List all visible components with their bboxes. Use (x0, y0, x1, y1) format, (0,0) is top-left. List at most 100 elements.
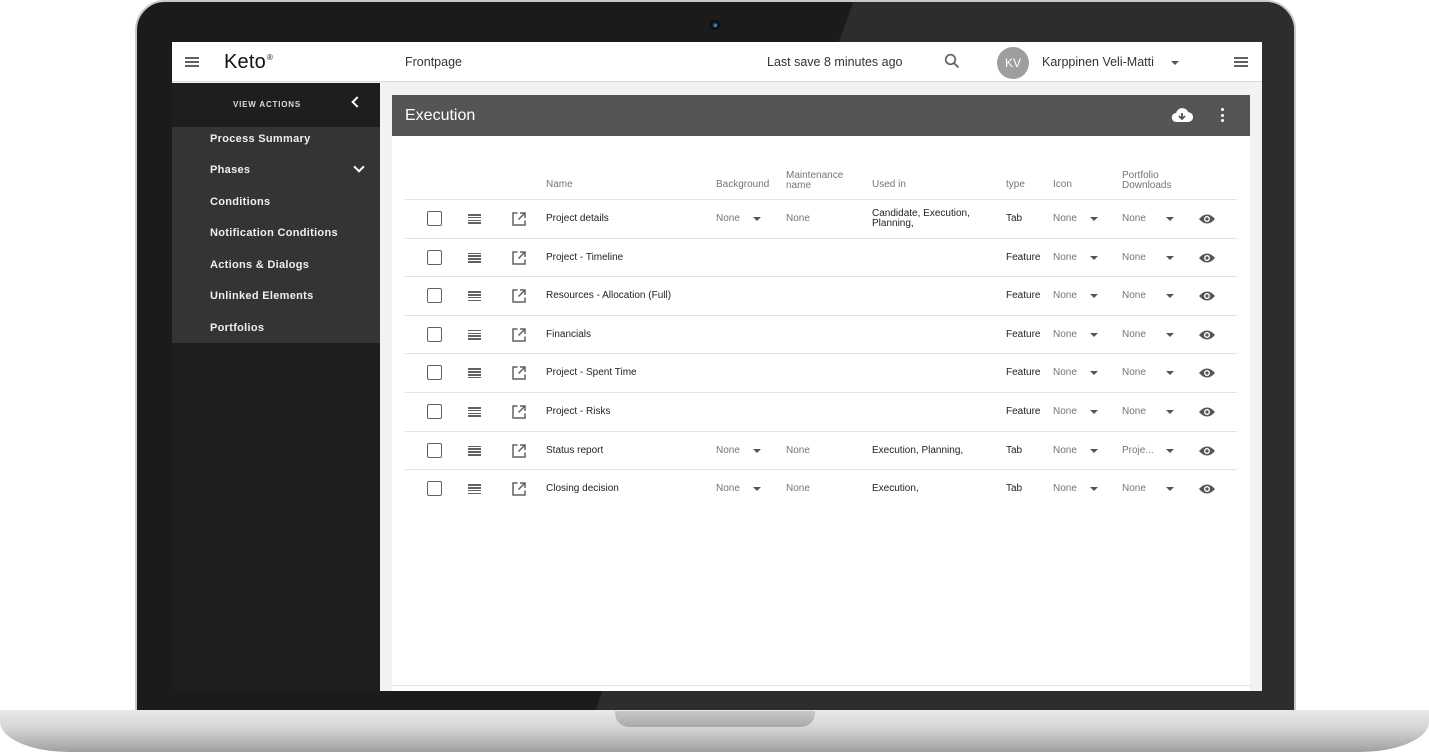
chevron-down-icon[interactable] (1090, 371, 1098, 376)
open-external-icon[interactable] (511, 365, 527, 381)
table-row[interactable]: Project details None None Candidate, Execut… (405, 199, 1237, 238)
chevron-down-icon[interactable] (1166, 332, 1174, 337)
eye-icon[interactable] (1198, 406, 1216, 418)
table-row[interactable]: Resources - Allocation (Full) Feature None… (405, 276, 1237, 315)
chevron-down-icon[interactable] (1166, 294, 1174, 299)
row-checkbox[interactable] (427, 365, 442, 381)
row-name[interactable]: Resources - Allocation (Full) (546, 291, 671, 301)
chevron-down-icon[interactable] (1090, 448, 1098, 453)
chevron-down-icon[interactable] (353, 161, 365, 173)
column-header-icon[interactable]: Icon (1053, 180, 1072, 190)
table-row[interactable]: Financials Feature None None (405, 314, 1237, 354)
portfolio-select[interactable]: None (1122, 368, 1146, 378)
chevron-down-icon[interactable] (1090, 332, 1098, 337)
row-name[interactable]: Project - Spent Time (546, 368, 637, 378)
eye-icon[interactable] (1198, 329, 1216, 341)
hamburger-menu-icon[interactable] (185, 57, 199, 67)
portfolio-select[interactable]: None (1122, 329, 1146, 340)
drag-handle-icon[interactable] (468, 484, 481, 495)
row-checkbox[interactable] (427, 404, 442, 419)
row-checkbox[interactable] (427, 326, 442, 342)
eye-icon[interactable] (1198, 445, 1216, 457)
chevron-down-icon[interactable] (1171, 61, 1179, 65)
chevron-down-icon[interactable] (1166, 371, 1174, 376)
chevron-down-icon[interactable] (753, 448, 761, 453)
portfolio-select[interactable]: None (1122, 291, 1146, 301)
row-name[interactable]: Project details (546, 214, 609, 224)
column-header-maintenance-2[interactable]: name (786, 181, 811, 191)
open-external-icon[interactable] (511, 250, 527, 266)
column-header-portfolio-2[interactable]: Downloads (1122, 181, 1171, 191)
open-external-icon[interactable] (511, 404, 527, 420)
eye-icon[interactable] (1198, 483, 1216, 495)
table-row[interactable]: Project - Timeline Feature None None (405, 237, 1237, 277)
portfolio-select[interactable]: Proje... (1122, 445, 1154, 456)
background-select[interactable]: None (716, 214, 740, 224)
portfolio-select[interactable]: None (1122, 214, 1146, 224)
icon-select[interactable]: None (1053, 329, 1077, 340)
breadcrumb[interactable]: Frontpage (405, 55, 462, 69)
drag-handle-icon[interactable] (468, 407, 481, 417)
chevron-down-icon[interactable] (1166, 410, 1174, 414)
chevron-down-icon[interactable] (1090, 294, 1098, 299)
chevron-down-icon[interactable] (1090, 410, 1098, 414)
chevron-down-icon[interactable] (1166, 487, 1174, 492)
sidebar-item-process-summary[interactable]: Process Summary (210, 133, 311, 145)
drag-handle-icon[interactable] (468, 252, 481, 263)
drag-handle-icon[interactable] (468, 368, 481, 379)
drag-handle-icon[interactable] (468, 214, 481, 224)
column-header-used-in[interactable]: Used in (872, 180, 906, 190)
table-row[interactable]: Project - Spent Time Feature None None (405, 353, 1237, 392)
app-logo[interactable]: Keto® (224, 51, 273, 74)
sidebar-item-actions-dialogs[interactable]: Actions & Dialogs (210, 259, 309, 271)
eye-icon[interactable] (1198, 367, 1216, 379)
eye-icon[interactable] (1198, 213, 1216, 225)
drag-handle-icon[interactable] (468, 445, 481, 456)
chevron-left-icon[interactable] (351, 96, 363, 108)
open-external-icon[interactable] (511, 288, 527, 304)
chevron-down-icon[interactable] (1166, 217, 1174, 221)
sidebar-item-portfolios[interactable]: Portfolios (210, 322, 264, 334)
chevron-down-icon[interactable] (1166, 448, 1174, 453)
row-name[interactable]: Project - Timeline (546, 252, 623, 263)
row-checkbox[interactable] (427, 442, 442, 458)
icon-select[interactable]: None (1053, 407, 1077, 417)
sidebar-item-conditions[interactable]: Conditions (210, 196, 270, 208)
open-external-icon[interactable] (511, 443, 527, 459)
table-row[interactable]: Project - Risks Feature None None (405, 392, 1237, 431)
sidebar-item-phases[interactable]: Phases (210, 164, 250, 176)
chevron-down-icon[interactable] (753, 217, 761, 221)
open-external-icon[interactable] (511, 211, 527, 227)
portfolio-select[interactable]: None (1122, 484, 1146, 494)
row-name[interactable]: Financials (546, 329, 591, 340)
open-external-icon[interactable] (511, 327, 527, 343)
chevron-down-icon[interactable] (1090, 255, 1098, 260)
portfolio-select[interactable]: None (1122, 407, 1146, 417)
row-checkbox[interactable] (427, 211, 442, 226)
search-icon[interactable] (944, 53, 960, 69)
kebab-menu-icon[interactable] (1220, 108, 1224, 122)
row-name[interactable]: Closing decision (546, 484, 619, 494)
cloud-download-icon[interactable] (1171, 107, 1193, 123)
icon-select[interactable]: None (1053, 368, 1077, 378)
drag-handle-icon[interactable] (468, 291, 481, 302)
column-header-name[interactable]: Name (546, 180, 573, 190)
sidebar-item-notification-conditions[interactable]: Notification Conditions (210, 227, 338, 239)
column-header-type[interactable]: type (1006, 180, 1025, 190)
row-checkbox[interactable] (427, 288, 442, 304)
user-name[interactable]: Karppinen Veli-Matti (1042, 55, 1154, 69)
row-checkbox[interactable] (427, 481, 442, 497)
settings-menu-icon[interactable] (1234, 57, 1248, 67)
background-select[interactable]: None (716, 484, 740, 494)
row-checkbox[interactable] (427, 249, 442, 265)
drag-handle-icon[interactable] (468, 329, 481, 340)
row-name[interactable]: Project - Risks (546, 407, 610, 417)
table-row[interactable]: Closing decision None None Execution, Tab Non… (405, 469, 1237, 508)
chevron-down-icon[interactable] (1090, 487, 1098, 492)
icon-select[interactable]: None (1053, 214, 1077, 224)
icon-select[interactable]: None (1053, 445, 1077, 456)
background-select[interactable]: None (716, 445, 740, 456)
chevron-down-icon[interactable] (1090, 217, 1098, 221)
chevron-down-icon[interactable] (753, 487, 761, 492)
table-row[interactable]: Status report None None Execution, Planning… (405, 430, 1237, 470)
